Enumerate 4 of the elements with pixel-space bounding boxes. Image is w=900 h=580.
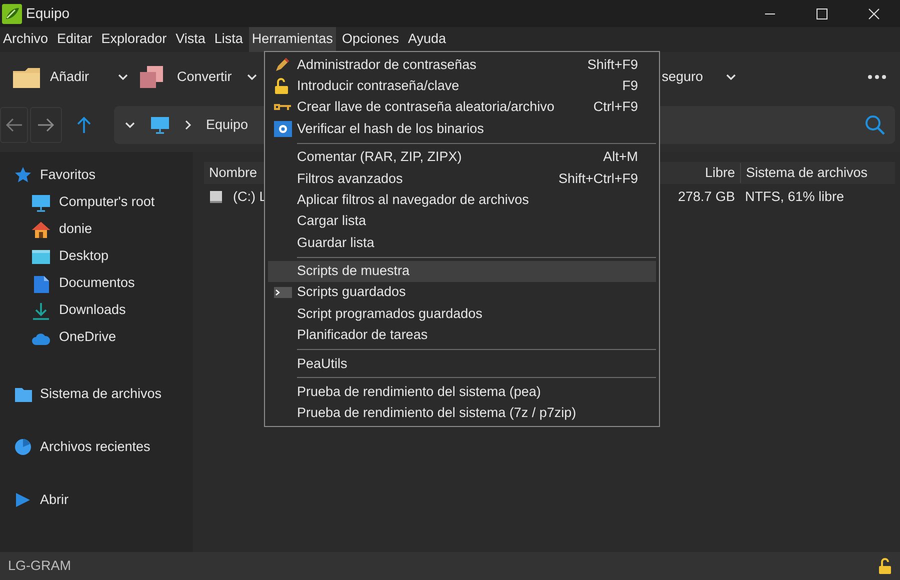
table-cell-text: 278.7 GB xyxy=(676,188,736,206)
table-cell-text: NTFS, 61% libre xyxy=(744,188,846,206)
status-text: LG-GRAM xyxy=(8,556,72,575)
window-title: Equipo xyxy=(26,4,70,23)
